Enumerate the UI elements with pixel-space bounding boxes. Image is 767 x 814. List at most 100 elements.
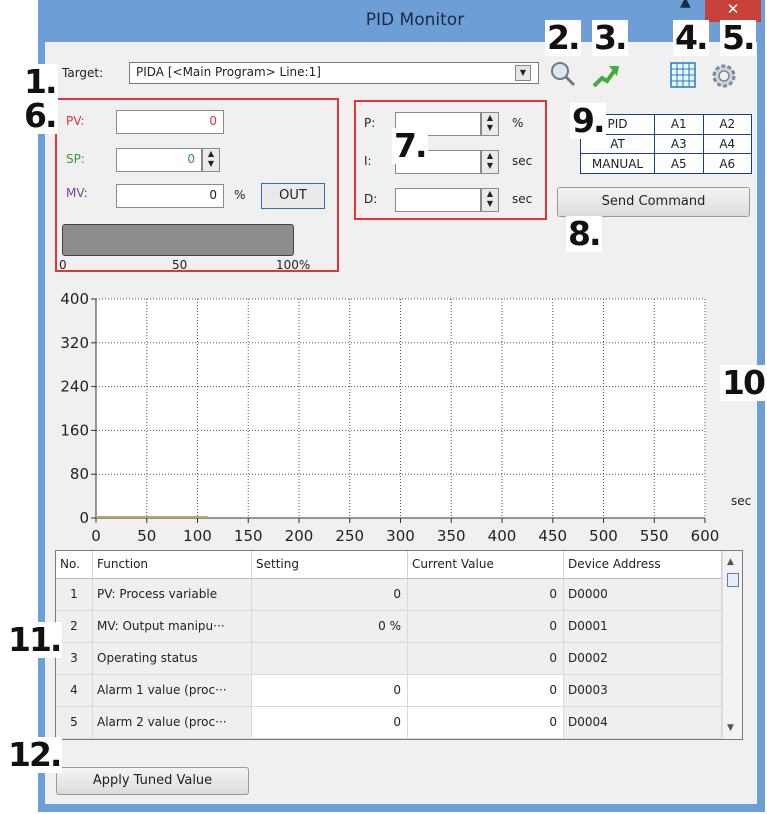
table-cell-device-address: D0001 — [564, 611, 722, 643]
table-cell-no: 5 — [56, 707, 93, 739]
x-tick-label: 250 — [335, 527, 364, 545]
register-table[interactable]: No. Function Setting Current Value Device Ad… — [55, 550, 743, 740]
step-number-4: 4. — [673, 18, 709, 57]
x-tick-label: 500 — [589, 527, 618, 545]
mode-cell: MANUAL — [580, 153, 655, 174]
mode-cell: A1 — [654, 114, 704, 135]
step-number-3: 3. — [592, 18, 628, 57]
table-cell-setting[interactable]: 0 — [252, 675, 408, 707]
table-cell-function: MV: Output manipu··· — [93, 611, 252, 643]
table-scrollbar[interactable]: ▲ ▼ — [722, 551, 742, 739]
sp-spinner[interactable]: ▲ ▼ — [202, 148, 220, 172]
mv-unit: % — [234, 188, 246, 202]
p-spinner[interactable]: ▲ ▼ — [481, 112, 499, 136]
step-number-5: 5. — [720, 18, 756, 57]
x-tick-label: 100 — [183, 527, 212, 545]
step-number-1: 1. — [22, 62, 58, 101]
y-tick-label: 80 — [70, 465, 89, 483]
table-cell-current-value: 0 — [408, 707, 564, 739]
table-header-cell: Function — [93, 551, 252, 579]
mode-cell: A5 — [654, 153, 704, 174]
table-cell-setting[interactable]: 0 — [252, 707, 408, 739]
grid-icon[interactable] — [670, 62, 696, 88]
chevron-down-icon[interactable]: ▼ — [515, 65, 531, 81]
table-cell-device-address: D0000 — [564, 579, 722, 611]
table-cell-device-address: D0002 — [564, 643, 722, 675]
table-header-cell: Setting — [252, 551, 408, 579]
scroll-thumb[interactable] — [727, 573, 739, 587]
table-cell-setting: 0 % — [252, 611, 408, 643]
mode-cell: A2 — [702, 114, 752, 135]
i-label: I: — [364, 154, 372, 168]
table-header-cell: Current Value — [408, 551, 564, 579]
scroll-down-icon[interactable]: ▼ — [727, 723, 734, 733]
step-number-8: 8. — [566, 214, 602, 253]
table-header-cell: No. — [56, 551, 93, 579]
gear-icon[interactable] — [710, 62, 738, 90]
table-cell-function: Alarm 1 value (proc··· — [93, 675, 252, 707]
scroll-up-icon[interactable]: ▲ — [727, 557, 734, 567]
mode-cell: A6 — [702, 153, 752, 174]
table-cell-function: Alarm 2 value (proc··· — [93, 707, 252, 739]
bar-tick-0: 0 — [59, 258, 67, 272]
minimize-icon[interactable]: ▲ — [680, 0, 692, 10]
x-tick-label: 0 — [91, 527, 101, 545]
table-cell-function: Operating status — [93, 643, 252, 675]
x-axis-label: sec — [731, 494, 751, 508]
table-cell-device-address: D0004 — [564, 707, 722, 739]
table-cell-setting — [252, 643, 408, 675]
x-tick-label: 200 — [285, 527, 314, 545]
pv-field: 0 — [116, 110, 224, 134]
table-cell-no: 1 — [56, 579, 93, 611]
step-number-9: 9. — [570, 101, 606, 140]
table-cell-setting: 0 — [252, 579, 408, 611]
d-label: D: — [364, 192, 378, 206]
x-tick-label: 450 — [538, 527, 567, 545]
p-unit: % — [512, 116, 524, 130]
i-unit: sec — [512, 154, 533, 168]
x-tick-label: 150 — [234, 527, 263, 545]
mv-field: 0 — [116, 184, 224, 208]
step-number-6: 6. — [22, 96, 58, 135]
trend-chart: 0 50 100 150 200 250 300 350 400 450 500 550 600 400 3… — [60, 290, 751, 545]
table-cell-no: 4 — [56, 675, 93, 707]
mode-cell: A3 — [654, 133, 704, 155]
step-number-11: 11. — [6, 620, 62, 659]
trend-arrow-icon[interactable] — [590, 60, 620, 90]
apply-tuned-value-button[interactable]: Apply Tuned Value — [56, 767, 249, 795]
x-tick-label: 400 — [488, 527, 517, 545]
y-tick-label: 320 — [60, 334, 89, 352]
table-cell-current-value: 0 — [408, 675, 564, 707]
pv-label: PV: — [66, 114, 85, 128]
output-bar — [62, 224, 294, 256]
y-tick-label: 0 — [79, 509, 89, 527]
bar-tick-50: 50 — [172, 258, 188, 272]
table-header-cell: Device Address — [564, 551, 722, 579]
mode-cell: A4 — [702, 133, 752, 155]
step-number-10: 10. — [720, 365, 767, 401]
y-tick-label: 400 — [60, 290, 89, 308]
table-cell-function: PV: Process variable — [93, 579, 252, 611]
search-icon[interactable] — [549, 60, 577, 88]
sp-input[interactable]: 0 — [116, 148, 202, 172]
send-command-button[interactable]: Send Command — [557, 187, 750, 217]
x-tick-label: 600 — [691, 527, 720, 545]
window-title: PID Monitor — [365, 10, 465, 30]
d-input[interactable] — [395, 188, 481, 212]
sp-label: SP: — [66, 152, 85, 166]
y-tick-label: 240 — [60, 378, 89, 396]
x-tick-label: 550 — [640, 527, 669, 545]
bar-tick-100: 100% — [276, 258, 311, 272]
x-tick-label: 300 — [386, 527, 415, 545]
table-cell-device-address: D0003 — [564, 675, 722, 707]
out-button[interactable]: OUT — [261, 183, 325, 209]
target-select[interactable]: PIDA [<Main Program> Line:1] — [129, 62, 539, 84]
i-spinner[interactable]: ▲ ▼ — [481, 150, 499, 174]
table-cell-current-value: 0 — [408, 611, 564, 643]
d-spinner[interactable]: ▲ ▼ — [481, 188, 499, 212]
step-number-2: 2. — [545, 18, 581, 57]
table-cell-current-value: 0 — [408, 579, 564, 611]
x-tick-label: 350 — [437, 527, 466, 545]
mv-label: MV: — [66, 186, 88, 200]
target-label: Target: — [62, 66, 104, 80]
